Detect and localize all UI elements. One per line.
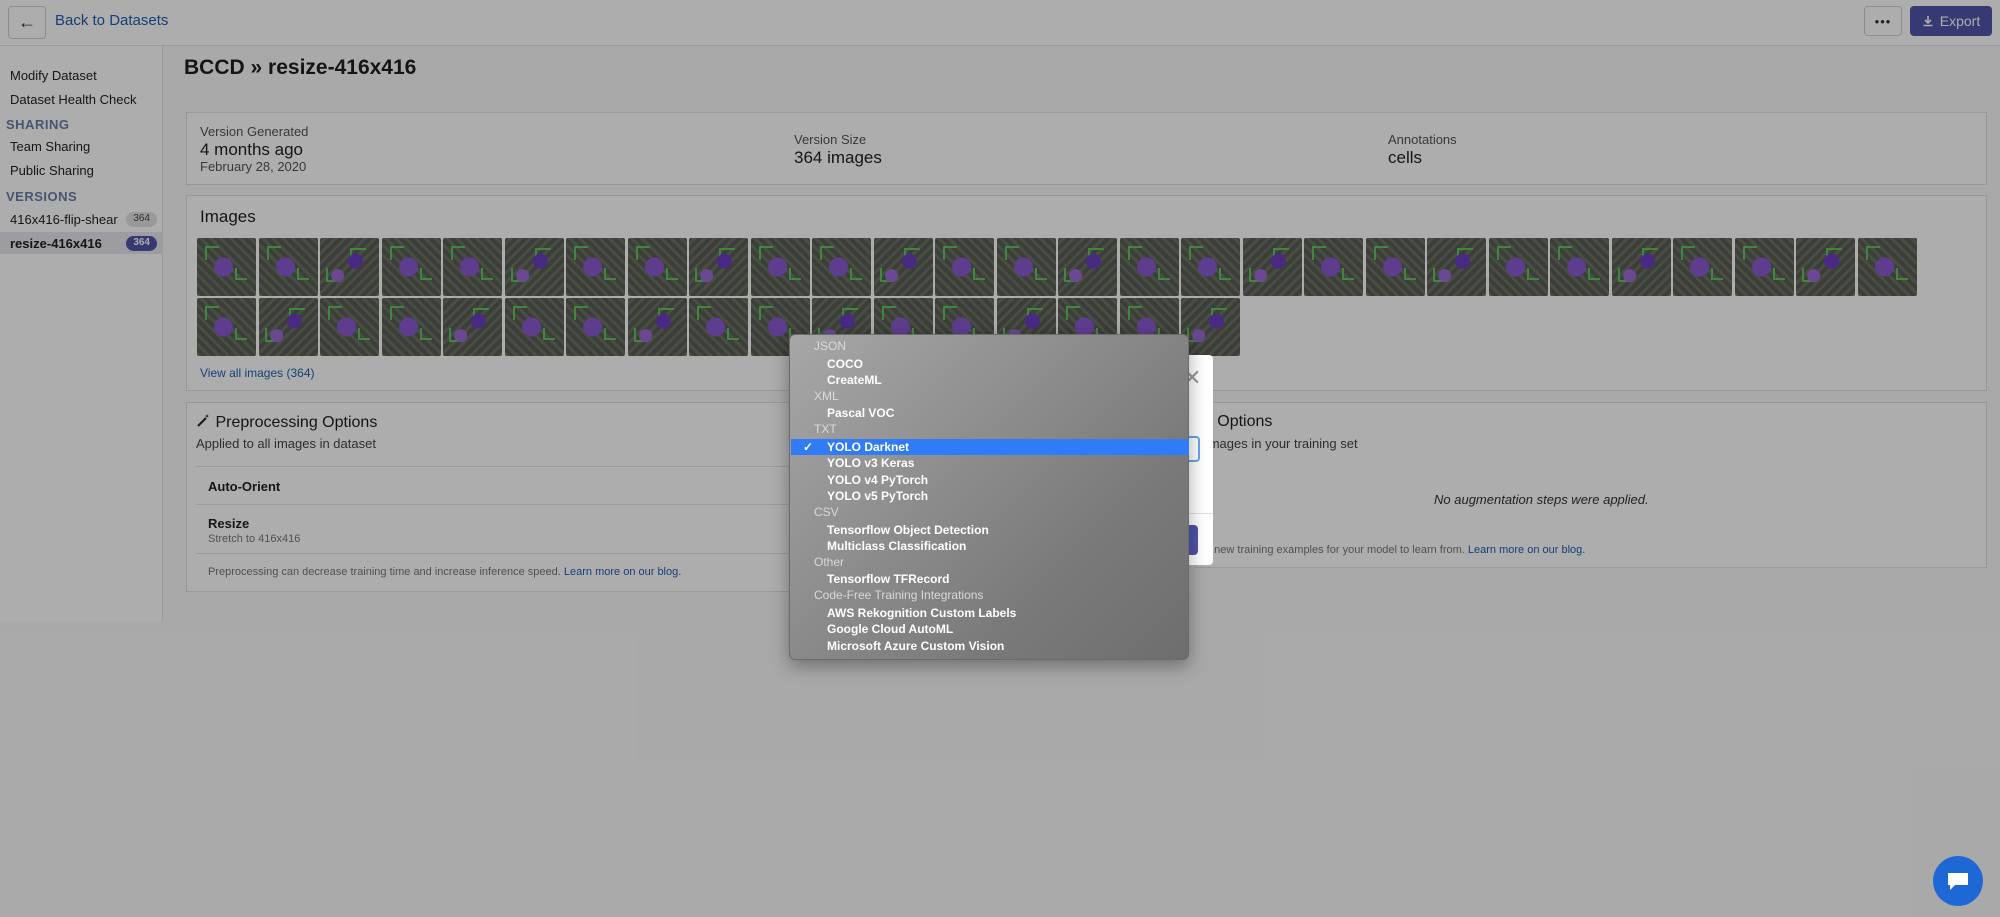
dropdown-option[interactable]: AWS Rekognition Custom Labels	[791, 605, 1189, 621]
dropdown-option[interactable]: ✓ YOLO Darknet	[791, 438, 1189, 455]
dropdown-option-label: YOLO v4 PyTorch	[827, 472, 929, 487]
checkmark-icon: ✓	[803, 439, 814, 454]
dropdown-group-label: TXT	[814, 422, 837, 436]
chat-icon	[1948, 873, 1968, 890]
dropdown-option[interactable]: Multiclass Classification	[791, 538, 1189, 554]
dropdown-group-label: Other	[814, 554, 845, 569]
dropdown-option-label: YOLO v5 PyTorch	[827, 489, 929, 504]
chat-button[interactable]	[1933, 856, 1983, 906]
dropdown-option[interactable]: YOLO v3 Keras	[791, 455, 1189, 471]
dropdown-option[interactable]: Google Cloud AutoML	[791, 621, 1189, 637]
dropdown-option[interactable]: Pascal VOC	[791, 405, 1189, 421]
format-dropdown-list: JSON COCO CreateML XML Pascal VOC TXT ✓ YOLO Da…	[789, 334, 1189, 660]
dropdown-option[interactable]: YOLO v5 PyTorch	[791, 488, 1189, 504]
dropdown-group-label: CSV	[814, 505, 839, 519]
dropdown-option[interactable]: COCO	[791, 356, 1189, 372]
dropdown-option-label: Multiclass Classification	[827, 539, 967, 554]
dropdown-option[interactable]: CreateML	[791, 372, 1189, 388]
dropdown-option-label: AWS Rekognition Custom Labels	[827, 605, 1017, 620]
dropdown-group-label: XML	[814, 388, 839, 403]
dropdown-option-label: COCO	[827, 356, 863, 371]
dropdown-group-label: JSON	[814, 339, 847, 353]
dropdown-option-label: Tensorflow Object Detection	[827, 522, 989, 537]
dropdown-option-label: YOLO Darknet	[827, 439, 910, 454]
dropdown-option-label: Pascal VOC	[827, 406, 895, 421]
dropdown-option-label: Tensorflow TFRecord	[827, 572, 950, 587]
dropdown-option-label: YOLO v3 Keras	[827, 456, 915, 471]
dropdown-option[interactable]: Tensorflow Object Detection	[791, 522, 1189, 538]
dropdown-option[interactable]: Tensorflow TFRecord	[791, 571, 1189, 587]
dropdown-option[interactable]: Microsoft Azure Custom Vision	[791, 638, 1189, 654]
dropdown-option[interactable]: YOLO v4 PyTorch	[791, 472, 1189, 488]
dropdown-group-label: Code-Free Training Integrations	[814, 588, 984, 602]
dropdown-option-label: Microsoft Azure Custom Vision	[827, 638, 1005, 653]
dropdown-option-label: CreateML	[827, 373, 882, 388]
dropdown-option-label: Google Cloud AutoML	[827, 622, 954, 637]
